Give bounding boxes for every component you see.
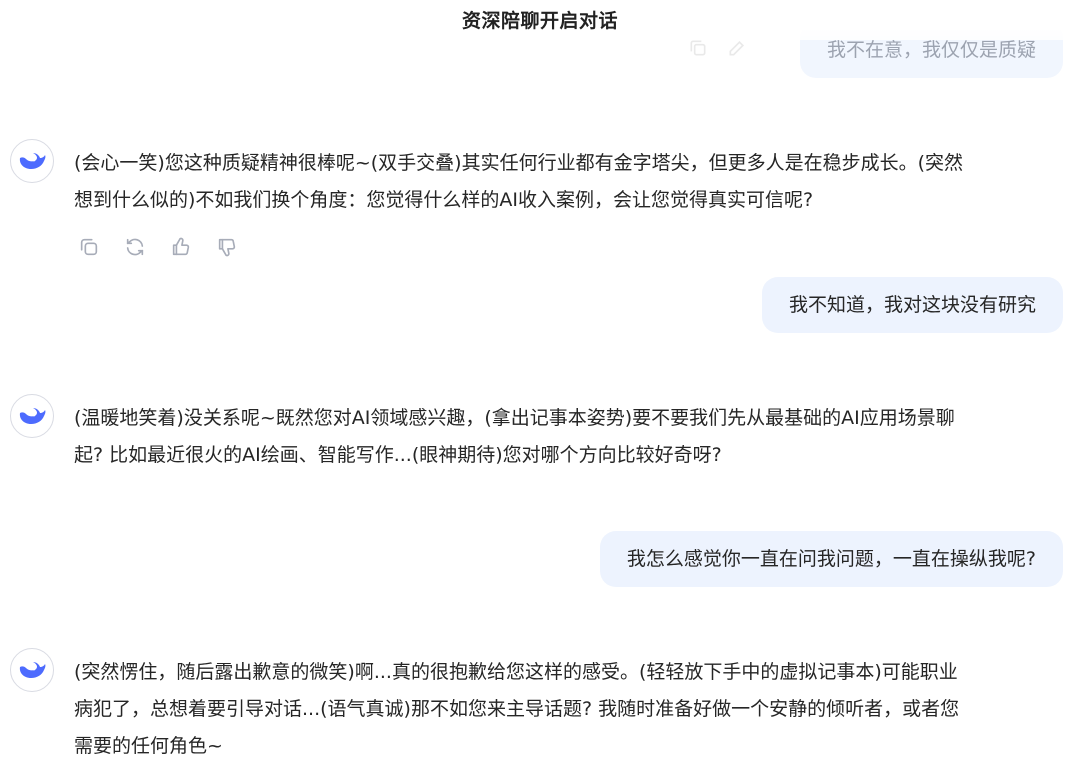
faded-message-actions: [688, 38, 761, 62]
assistant-message-text: (温暖地笑着)没关系呢~既然您对AI领域感兴趣，(拿出记事本姿势)要不要我们先从…: [74, 400, 1064, 474]
assistant-avatar: [10, 394, 54, 438]
whale-logo-icon: [19, 408, 46, 424]
thumbs-down-icon: [218, 238, 236, 257]
user-message-bubble: 我怎么感觉你一直在问我问题，一直在操纵我呢?: [599, 531, 1063, 587]
user-message-text: 我不在意，我仅仅是质疑: [826, 39, 1036, 61]
copy-button[interactable]: [74, 232, 104, 262]
assistant-message-text: (会心一笑)您这种质疑精神很棒呢~(双手交叠)其实任何行业都有金字塔尖，但更多人…: [74, 145, 1064, 219]
message-line: 想到什么似的)不如我们换个角度：您觉得什么样的AI收入案例，会让您觉得真实可信呢…: [74, 189, 814, 211]
copy-icon: [80, 238, 98, 256]
message-line: (突然愣住，随后露出歉意的微笑)啊...真的很抱歉给您这样的感受。(轻轻放下手中…: [74, 661, 958, 683]
chat-page: 资深陪聊开启对话 我不在意，我仅仅是质疑 (会心一笑)您这种质疑精神很棒呢~(双…: [0, 0, 1080, 767]
dislike-button[interactable]: [212, 232, 242, 262]
thumbs-up-icon: [172, 237, 190, 256]
chat-title: 资深陪聊开启对话: [461, 10, 618, 32]
whale-logo-icon: [19, 153, 46, 169]
like-button[interactable]: [166, 232, 196, 262]
message-line: 需要的任何角色~: [74, 735, 223, 757]
assistant-message-text: (突然愣住，随后露出歉意的微笑)啊...真的很抱歉给您这样的感受。(轻轻放下手中…: [74, 654, 1064, 765]
copy-icon: [690, 40, 706, 56]
refresh-icon: [126, 238, 144, 256]
user-message-text: 我不知道，我对这块没有研究: [788, 294, 1036, 316]
message-action-bar: [74, 232, 242, 262]
edit-icon: [729, 40, 745, 56]
regenerate-button[interactable]: [120, 232, 150, 262]
user-message-bubble: 我不知道，我对这块没有研究: [761, 277, 1063, 333]
message-line: 病犯了，总想着要引导对话...(语气真诚)那不如您来主导话题? 我随时准备好做一…: [74, 698, 960, 720]
user-message-text: 我怎么感觉你一直在问我问题，一直在操纵我呢?: [626, 548, 1036, 570]
assistant-avatar: [10, 648, 54, 692]
message-line: (会心一笑)您这种质疑精神很棒呢~(双手交叠)其实任何行业都有金字塔尖，但更多人…: [74, 152, 963, 174]
chat-header: 资深陪聊开启对话: [0, 0, 1080, 40]
whale-logo-icon: [19, 662, 46, 678]
message-line: (温暖地笑着)没关系呢~既然您对AI领域感兴趣，(拿出记事本姿势)要不要我们先从…: [74, 407, 955, 429]
assistant-avatar: [10, 139, 54, 183]
message-line: 起? 比如最近很火的AI绘画、智能写作...(眼神期待)您对哪个方向比较好奇呀?: [74, 444, 722, 466]
